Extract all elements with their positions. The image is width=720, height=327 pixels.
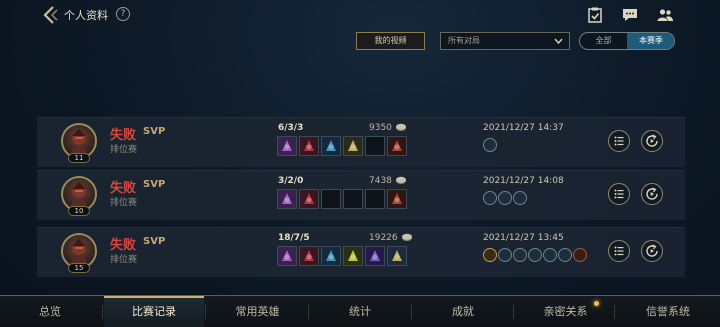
achievement-badge-icon[interactable] <box>498 191 512 205</box>
nav-tab[interactable]: 比赛记录 <box>104 296 204 327</box>
match-mode: 排位赛 <box>110 145 138 155</box>
item-slot[interactable] <box>365 246 385 266</box>
svp-badge: SVP <box>143 179 166 190</box>
match-mode: 排位赛 <box>110 198 138 208</box>
match-result: 失败 <box>110 238 137 253</box>
replay-icon <box>646 187 658 200</box>
nav-tab[interactable]: 统计 <box>310 296 410 327</box>
kda: 18/7/5 <box>278 233 310 243</box>
nav-divider <box>205 305 206 319</box>
hero-level: 11 <box>68 153 90 163</box>
item-slot[interactable] <box>299 246 319 266</box>
page-title: 个人资料 <box>64 9 108 22</box>
list-icon <box>614 136 624 146</box>
coin-icon <box>402 233 412 241</box>
list-icon <box>614 189 624 199</box>
achievement-badge-icon[interactable] <box>483 248 497 262</box>
chevron-down-icon <box>554 38 563 45</box>
achievement-badge-icon[interactable] <box>573 248 587 262</box>
item-slot[interactable] <box>343 246 363 266</box>
achievement-badge-icon[interactable] <box>513 191 527 205</box>
match-datetime: 2021/12/27 14:08 <box>483 176 564 186</box>
item-slot[interactable] <box>387 189 407 209</box>
item-slot[interactable] <box>321 189 341 209</box>
achievement-badge-icon[interactable] <box>543 248 557 262</box>
item-slot[interactable] <box>343 189 363 209</box>
replay-icon <box>646 244 658 257</box>
hero-level: 15 <box>68 263 90 273</box>
match-type-value: 所有对局 <box>448 36 480 45</box>
gold-value: 9350 <box>369 123 392 133</box>
match-detail-button[interactable] <box>608 130 630 152</box>
kda: 3/2/0 <box>278 176 304 186</box>
item-slot[interactable] <box>387 136 407 156</box>
hero-level: 10 <box>68 206 90 216</box>
list-icon <box>614 246 624 256</box>
item-slot[interactable] <box>343 136 363 156</box>
nav-divider <box>411 305 412 319</box>
match-datetime: 2021/12/27 13:45 <box>483 233 564 243</box>
back-arrow-icon[interactable] <box>40 4 62 26</box>
achievement-badge-icon[interactable] <box>498 248 512 262</box>
nav-tab[interactable]: 常用英雄 <box>207 296 308 327</box>
replay-button[interactable] <box>641 240 663 262</box>
svp-badge: SVP <box>143 126 166 137</box>
item-slot[interactable] <box>277 246 297 266</box>
replay-button[interactable] <box>641 130 663 152</box>
gold-value: 7438 <box>369 176 392 186</box>
nav-divider <box>102 305 103 319</box>
segment-this-season[interactable]: 本赛季 <box>627 33 674 49</box>
task-icon[interactable] <box>586 6 604 24</box>
item-slot[interactable] <box>277 136 297 156</box>
item-slot[interactable] <box>277 189 297 209</box>
match-row[interactable]: 15 失败 SVP 排位赛 18/7/5 19226 2021/12/27 13… <box>37 227 685 277</box>
match-row[interactable]: 10 失败 SVP 排位赛 3/2/0 7438 2021/12/27 14:0… <box>37 170 685 220</box>
friends-icon[interactable] <box>656 6 674 24</box>
bottom-nav: 总览 比赛记录 常用英雄 统计 成就 亲密关系 信誉系统 <box>0 295 720 327</box>
header: 个人资料 ? <box>0 0 720 30</box>
achievement-badge-icon[interactable] <box>528 248 542 262</box>
nav-tab[interactable]: 成就 <box>413 296 513 327</box>
match-datetime: 2021/12/27 14:37 <box>483 123 564 133</box>
replay-button[interactable] <box>641 183 663 205</box>
my-videos-button[interactable]: 我的视频 <box>356 32 425 50</box>
nav-tab[interactable]: 信誉系统 <box>616 296 720 327</box>
item-slot[interactable] <box>365 189 385 209</box>
achievement-badge-icon[interactable] <box>483 191 497 205</box>
gold-value: 19226 <box>369 233 398 243</box>
item-slot[interactable] <box>321 246 341 266</box>
match-detail-button[interactable] <box>608 240 630 262</box>
nav-tab[interactable]: 总览 <box>0 296 100 327</box>
coin-icon <box>396 176 406 184</box>
achievement-badge-icon[interactable] <box>483 138 497 152</box>
match-type-select[interactable]: 所有对局 <box>440 32 570 50</box>
nav-divider <box>614 305 615 319</box>
match-detail-button[interactable] <box>608 183 630 205</box>
achievement-badge-icon[interactable] <box>513 248 527 262</box>
match-result: 失败 <box>110 128 137 143</box>
achievement-badge-icon[interactable] <box>558 248 572 262</box>
coin-icon <box>396 123 406 131</box>
match-row[interactable]: 11 失败 SVP 排位赛 6/3/3 9350 2021/12/27 14:3… <box>37 117 685 167</box>
svp-badge: SVP <box>143 236 166 247</box>
nav-divider <box>308 305 309 319</box>
match-result: 失败 <box>110 181 137 196</box>
replay-icon <box>646 134 658 147</box>
notification-dot <box>594 301 599 306</box>
kda: 6/3/3 <box>278 123 304 133</box>
item-slot[interactable] <box>321 136 341 156</box>
item-slot[interactable] <box>299 136 319 156</box>
nav-divider <box>513 305 514 319</box>
help-icon[interactable]: ? <box>116 7 130 21</box>
match-mode: 排位赛 <box>110 255 138 265</box>
segment-all[interactable]: 全部 <box>580 33 627 49</box>
chat-icon[interactable] <box>621 6 639 24</box>
nav-tab[interactable]: 亲密关系 <box>515 296 616 327</box>
season-segment-control: 全部 本赛季 <box>579 32 675 50</box>
item-slot[interactable] <box>387 246 407 266</box>
item-slot[interactable] <box>299 189 319 209</box>
item-slot[interactable] <box>365 136 385 156</box>
